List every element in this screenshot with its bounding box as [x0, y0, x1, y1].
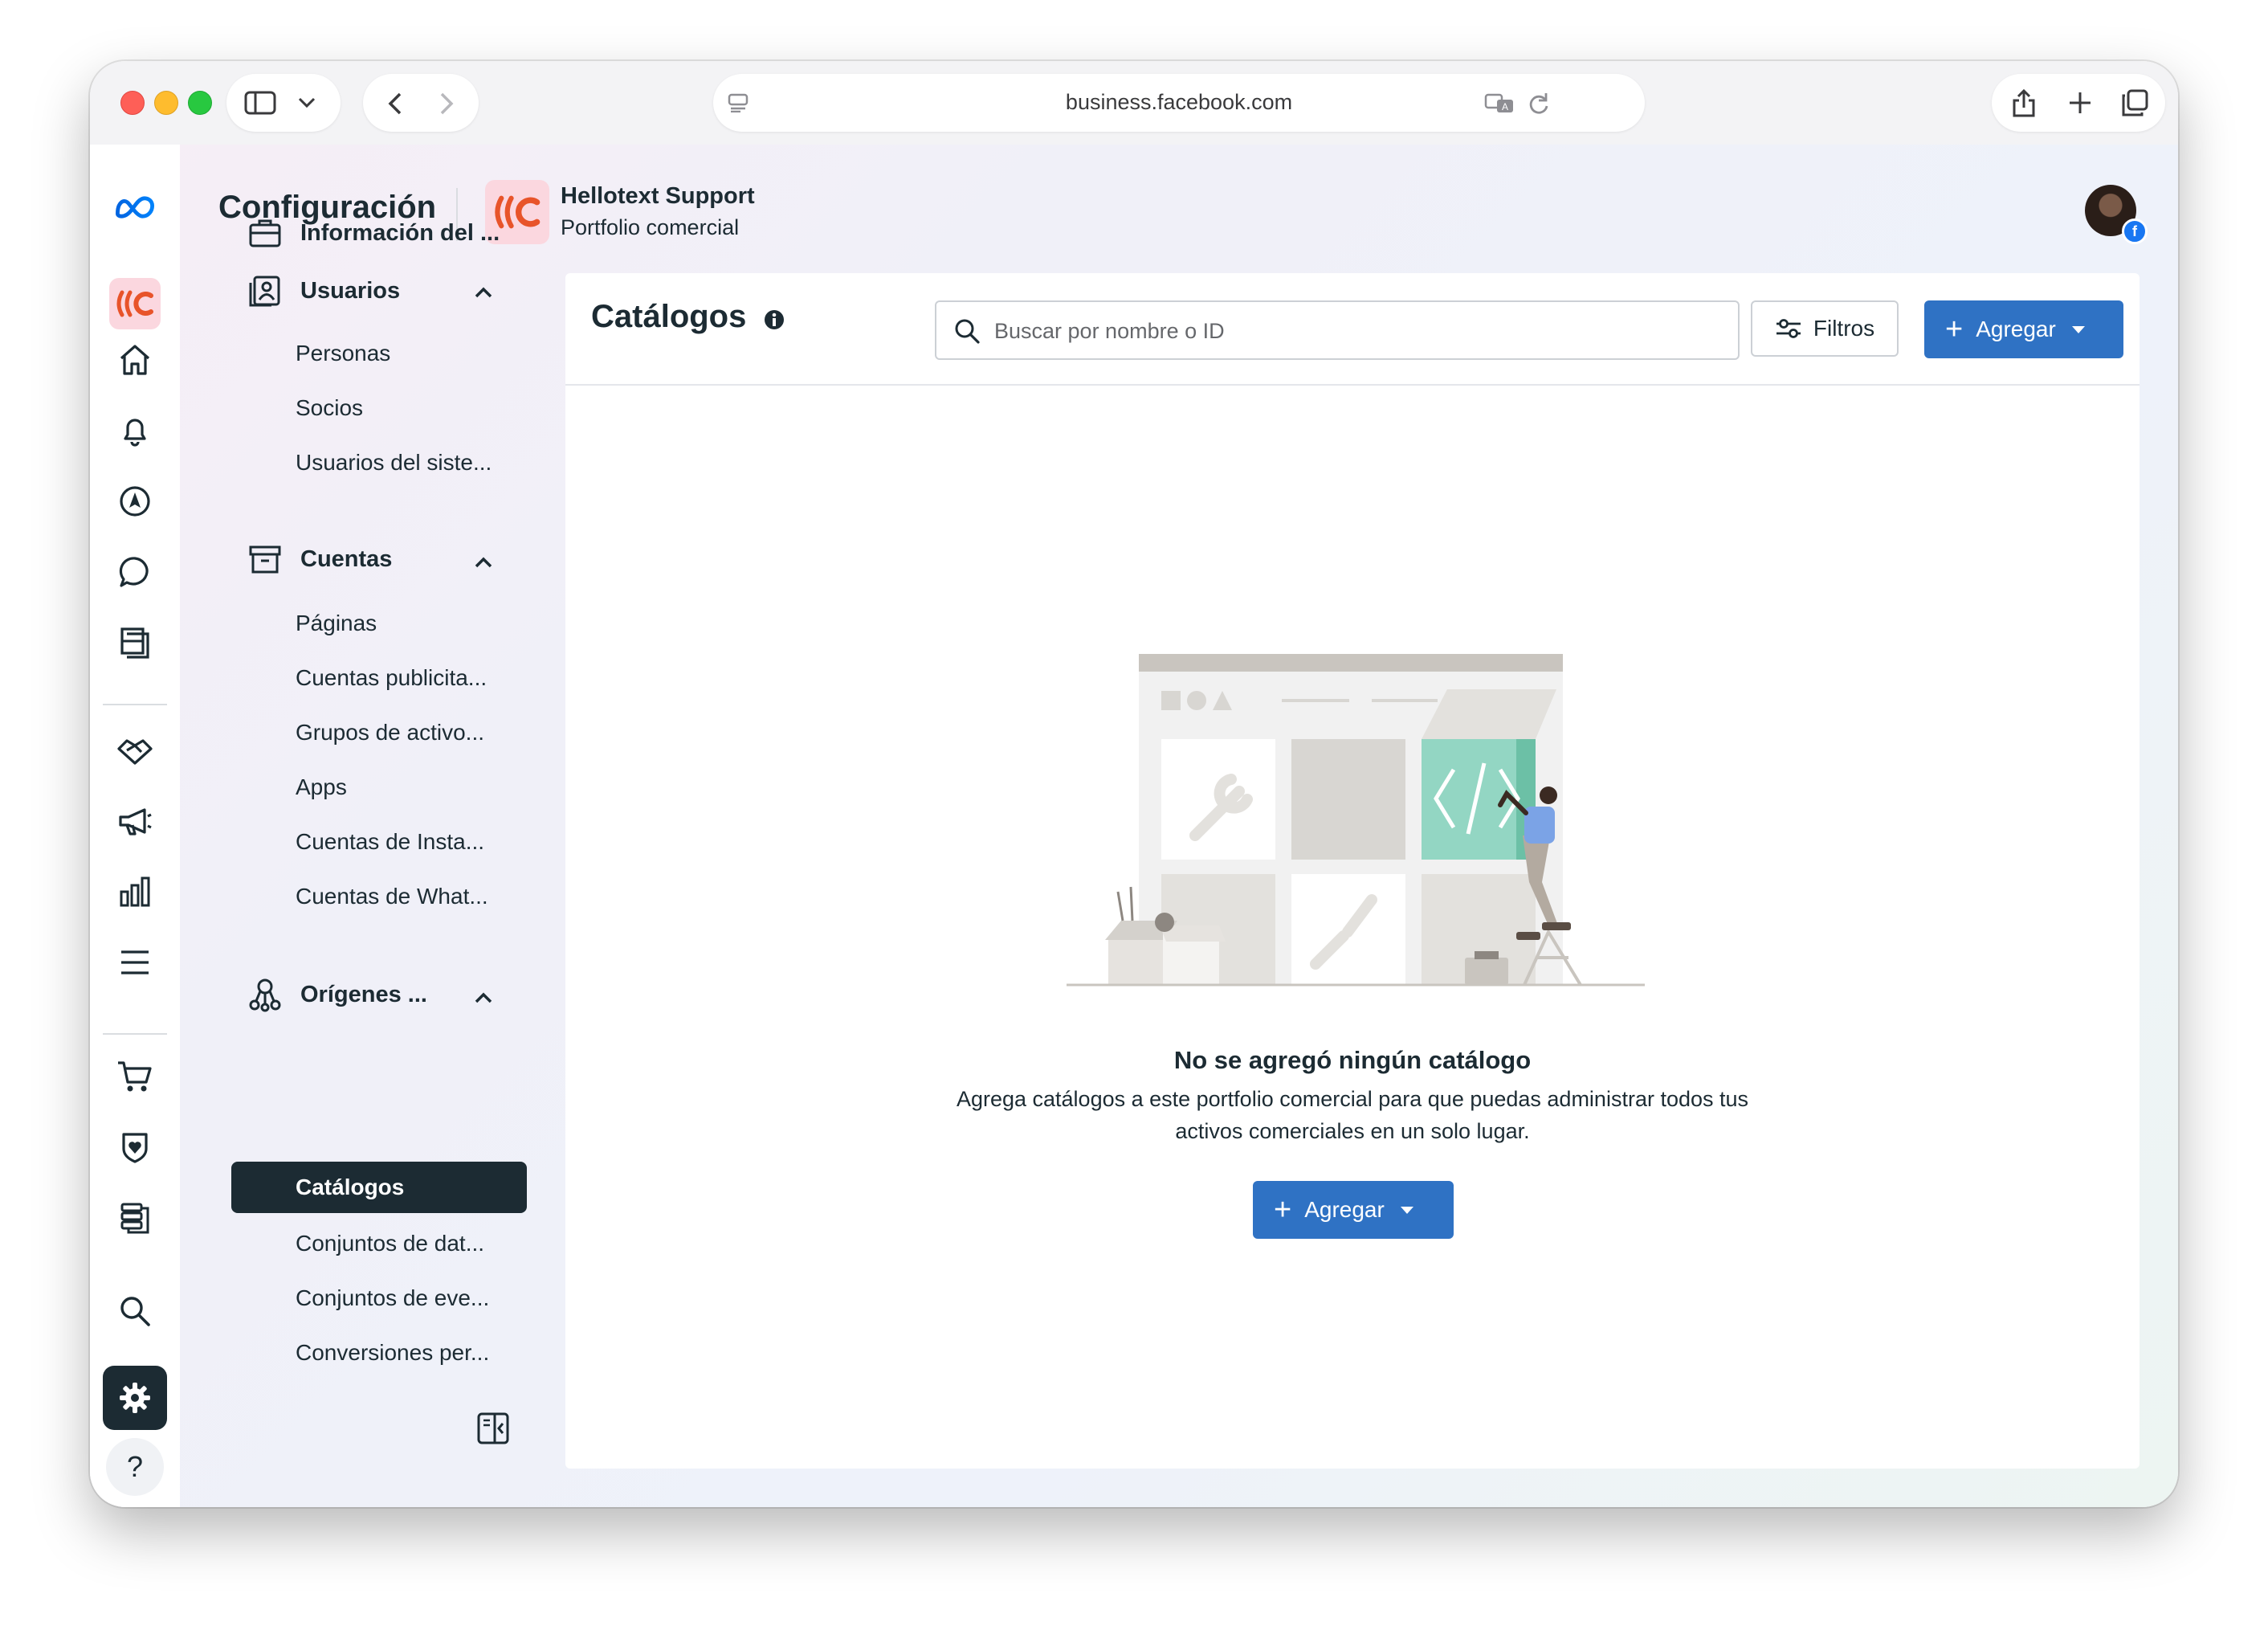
sliders-icon	[1776, 319, 1801, 338]
users-icon	[249, 276, 280, 307]
empty-catalog-illustration	[1067, 654, 1645, 987]
filters-button[interactable]: Filtros	[1751, 300, 1899, 357]
nav-business-info-label: Información del ...	[300, 219, 500, 246]
facebook-badge-icon: f	[2122, 219, 2148, 244]
megaphone-icon[interactable]	[112, 799, 157, 844]
search-input[interactable]	[993, 302, 1719, 360]
sidebar-toggle-group[interactable]	[226, 74, 341, 132]
chat-icon[interactable]	[112, 549, 157, 594]
nav-data-sources-section[interactable]: Orígenes ...	[247, 977, 427, 1012]
search-field[interactable]	[935, 300, 1740, 360]
nav-users-label: Usuarios	[300, 277, 401, 304]
bar-chart-icon[interactable]	[112, 869, 157, 914]
window-actions-group	[1992, 74, 2165, 132]
empty-add-button-label: Agregar	[1304, 1197, 1385, 1222]
meta-logo-icon[interactable]	[112, 185, 157, 230]
catalogs-panel: Catálogos Buscar por nombre o ID Filtros…	[565, 273, 2140, 1469]
settings-button[interactable]	[103, 1366, 167, 1430]
chevron-down-icon[interactable]	[297, 96, 316, 109]
nav-business-info[interactable]: Información del ...	[247, 217, 500, 249]
help-icon[interactable]: ?	[106, 1438, 164, 1496]
briefcase-icon	[249, 219, 281, 247]
catalogs-title: Catálogos	[591, 299, 747, 334]
nav-item-socios[interactable]: Socios	[296, 395, 363, 421]
nav-item-event-sets[interactable]: Conjuntos de eve...	[296, 1285, 489, 1311]
nav-item-system-users[interactable]: Usuarios del siste...	[296, 450, 492, 476]
menu-icon[interactable]	[112, 940, 157, 985]
business-name[interactable]: Hellotext Support	[561, 183, 755, 210]
zoom-window-button[interactable]	[188, 91, 212, 115]
add-button[interactable]: + Agregar	[1924, 300, 2123, 358]
archive-icon	[249, 545, 281, 574]
sidebar-icon[interactable]	[244, 90, 276, 116]
nav-item-pages[interactable]: Páginas	[296, 611, 377, 636]
home-icon[interactable]	[112, 337, 157, 382]
nav-item-ad-accounts[interactable]: Cuentas publicita...	[296, 665, 487, 691]
app-area: ? Configuración Hellotext Support Portfo…	[90, 145, 2178, 1507]
data-sources-icon	[249, 978, 281, 1012]
filters-label: Filtros	[1813, 316, 1875, 341]
nav-item-custom-conversions[interactable]: Conversiones per...	[296, 1340, 489, 1366]
caret-down-icon	[1400, 1207, 1413, 1214]
nav-item-catalogs-active[interactable]: Catálogos	[231, 1162, 527, 1213]
nav-item-apps[interactable]: Apps	[296, 774, 347, 800]
cart-icon[interactable]	[112, 1054, 157, 1099]
nav-users-section[interactable]: Usuarios	[247, 273, 400, 308]
collapse-sidebar-icon[interactable]	[475, 1411, 511, 1446]
add-button-label: Agregar	[1976, 317, 2056, 341]
rail-divider	[103, 1033, 167, 1035]
empty-add-button[interactable]: + Agregar	[1253, 1181, 1454, 1239]
nav-accounts-section[interactable]: Cuentas	[247, 543, 392, 575]
shield-icon[interactable]	[112, 1125, 157, 1170]
minimize-window-button[interactable]	[154, 91, 178, 115]
reload-icon[interactable]	[1528, 92, 1550, 116]
share-icon[interactable]	[2011, 87, 2037, 119]
translate-icon[interactable]: A	[1484, 93, 1516, 114]
address-bar[interactable]: business.facebook.com A	[713, 74, 1645, 132]
panel-header: Catálogos Buscar por nombre o ID Filtros…	[565, 273, 2140, 386]
empty-state-description: Agrega catálogos a este portfolio comerc…	[956, 1087, 1749, 1143]
new-tab-icon[interactable]	[2067, 90, 2093, 116]
bell-icon[interactable]	[112, 408, 157, 453]
nav-item-asset-groups[interactable]: Grupos de activo...	[296, 720, 484, 746]
history-nav-group	[363, 74, 479, 132]
nav-item-catalogs-label: Catálogos	[296, 1175, 405, 1199]
chevron-up-icon[interactable]	[474, 556, 493, 569]
browser-window: business.facebook.com A ? Configuración …	[90, 61, 2178, 1507]
back-icon[interactable]	[387, 92, 403, 116]
nav-accounts-label: Cuentas	[300, 545, 393, 572]
nav-item-instagram-accounts[interactable]: Cuentas de Insta...	[296, 829, 484, 855]
database-icon[interactable]	[112, 1195, 157, 1240]
rail-divider	[103, 704, 167, 705]
forward-icon[interactable]	[439, 92, 455, 116]
chevron-up-icon[interactable]	[474, 991, 493, 1004]
compass-icon[interactable]	[112, 479, 157, 524]
gear-icon	[120, 1383, 150, 1413]
search-icon	[955, 319, 980, 344]
close-window-button[interactable]	[120, 91, 145, 115]
business-logo-icon[interactable]	[109, 278, 161, 329]
plus-icon: +	[1274, 1193, 1292, 1227]
nav-item-datasets[interactable]: Conjuntos de dat...	[296, 1231, 484, 1256]
nav-data-sources-label: Orígenes ...	[300, 981, 427, 1007]
handshake-icon[interactable]	[112, 728, 157, 773]
empty-state-title: No se agregó ningún catálogo	[1173, 1046, 1532, 1074]
browser-toolbar: business.facebook.com A	[90, 61, 2178, 145]
search-icon[interactable]	[112, 1289, 157, 1334]
tab-overview-icon[interactable]	[2120, 88, 2149, 117]
business-subtitle: Portfolio comercial	[561, 215, 740, 239]
svg-text:A: A	[1502, 101, 1508, 112]
info-icon[interactable]	[763, 308, 785, 331]
pages-icon[interactable]	[112, 620, 157, 665]
caret-down-icon	[2071, 326, 2085, 333]
plus-icon: +	[1945, 313, 1964, 346]
chevron-up-icon[interactable]	[474, 286, 493, 299]
nav-item-whatsapp-accounts[interactable]: Cuentas de What...	[296, 884, 488, 909]
nav-item-personas[interactable]: Personas	[296, 341, 390, 366]
